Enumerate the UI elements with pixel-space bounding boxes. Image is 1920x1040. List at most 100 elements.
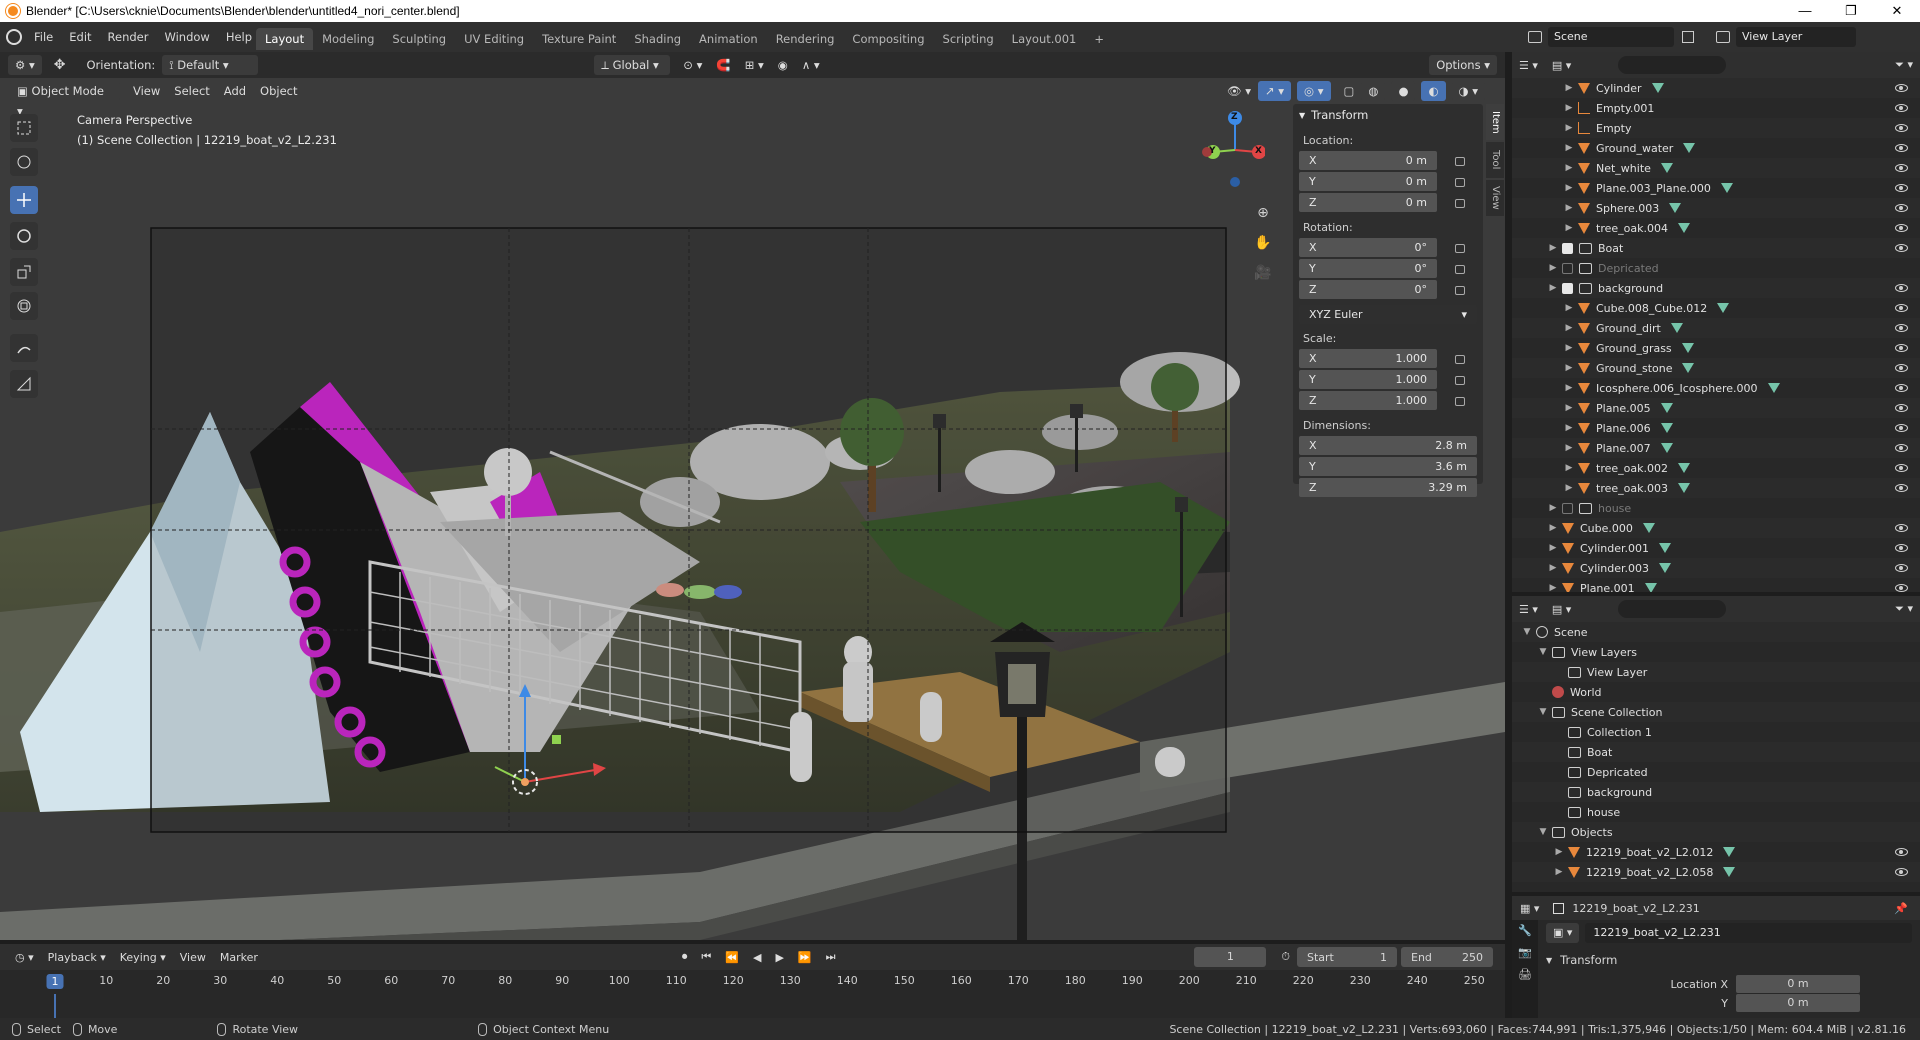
scale-z-field[interactable]: Z 1.000 <box>1299 391 1437 410</box>
outliner-row[interactable]: ▶ tree_oak.003 <box>1512 478 1920 498</box>
visibility-eye-icon[interactable] <box>1895 344 1908 352</box>
visibility-eye-icon[interactable] <box>1895 184 1908 192</box>
visibility-eye-icon[interactable] <box>1895 404 1908 412</box>
blendfile-row[interactable]: View Layer <box>1512 662 1920 682</box>
tab-rendering[interactable]: Rendering <box>767 28 844 50</box>
tab-animation[interactable]: Animation <box>690 28 767 50</box>
lock-icon[interactable] <box>1455 285 1465 295</box>
menu-marker[interactable]: Marker <box>213 951 265 964</box>
expand-arrow-icon[interactable]: ▼ <box>1538 647 1548 657</box>
visibility-eye-icon[interactable] <box>1895 444 1908 452</box>
expand-arrow-icon[interactable]: ▶ <box>1548 503 1558 513</box>
stopwatch-icon[interactable]: ⏱ <box>1274 950 1297 964</box>
expand-arrow-icon[interactable]: ▶ <box>1564 443 1574 453</box>
lock-icon[interactable] <box>1455 198 1465 208</box>
tab-texture-paint[interactable]: Texture Paint <box>533 28 625 50</box>
outliner-row[interactable]: ▶ Plane.003_Plane.000 <box>1512 178 1920 198</box>
outliner-row[interactable]: ▶ background <box>1512 278 1920 298</box>
proportional-edit-icon[interactable]: ◉ <box>771 58 795 72</box>
blender-menu-icon[interactable] <box>6 29 22 45</box>
outliner-row[interactable]: ▶ Cylinder.003 <box>1512 558 1920 578</box>
outliner-row[interactable]: ▶ Cube.008_Cube.012 <box>1512 298 1920 318</box>
outliner-row[interactable]: ▶ house <box>1512 498 1920 518</box>
shading-material-icon[interactable]: ◐ <box>1421 81 1446 101</box>
tab-shading[interactable]: Shading <box>625 28 690 50</box>
new-scene-icon[interactable] <box>1682 31 1694 43</box>
visibility-eye-icon[interactable] <box>1895 324 1908 332</box>
tab-scripting[interactable]: Scripting <box>934 28 1003 50</box>
pan-hand-icon[interactable]: ✋ <box>1253 228 1273 258</box>
expand-arrow-icon[interactable]: ▶ <box>1548 263 1558 273</box>
tab-layout-001[interactable]: Layout.001 <box>1003 28 1086 50</box>
outliner-row[interactable]: ▶ Ground_stone <box>1512 358 1920 378</box>
exclude-checkbox[interactable] <box>1562 262 1573 274</box>
menu-edit[interactable]: Edit <box>61 22 99 52</box>
rotation-mode-dropdown[interactable]: XYZ Euler ▾ <box>1299 305 1477 324</box>
lock-icon[interactable] <box>1455 354 1465 364</box>
maximize-button[interactable]: ❐ <box>1828 0 1874 22</box>
timeline-editor-type-icon[interactable]: ◷ ▾ <box>8 951 41 964</box>
exclude-checkbox[interactable] <box>1562 282 1573 294</box>
menu-playback[interactable]: Playback ▾ <box>41 951 113 964</box>
expand-arrow-icon[interactable]: ▶ <box>1564 423 1574 433</box>
lock-icon[interactable] <box>1455 156 1465 166</box>
visibility-eye-icon[interactable] <box>1895 848 1908 856</box>
visibility-eye-icon[interactable] <box>1895 144 1908 152</box>
expand-arrow-icon[interactable]: ▶ <box>1554 867 1564 877</box>
visibility-eye-icon[interactable] <box>1895 124 1908 132</box>
expand-arrow-icon[interactable]: ▼ <box>1538 707 1548 717</box>
outliner-row[interactable]: ▶ tree_oak.004 <box>1512 218 1920 238</box>
visibility-eye-icon[interactable] <box>1895 224 1908 232</box>
expand-arrow-icon[interactable]: ▶ <box>1548 243 1558 253</box>
transform-orientation-dropdown[interactable]: ⟂ Global ▾ <box>594 55 671 75</box>
outliner-row[interactable]: ▶ Boat <box>1512 238 1920 258</box>
expand-arrow-icon[interactable]: ▶ <box>1548 583 1558 592</box>
tab-item[interactable]: Item <box>1486 104 1504 140</box>
expand-arrow-icon[interactable]: ▼ <box>1522 627 1532 637</box>
visibility-eye-icon[interactable] <box>1895 364 1908 372</box>
rotation-x-field[interactable]: X 0° <box>1299 238 1437 257</box>
snap-increment-icon[interactable]: ⊞ ▾ <box>738 58 771 72</box>
select-box-tool-icon[interactable] <box>10 114 38 142</box>
dimensions-y-field[interactable]: Y 3.6 m <box>1299 457 1477 476</box>
blendfile-row[interactable]: house <box>1512 802 1920 822</box>
pin-icon[interactable]: 📌 <box>1894 902 1908 915</box>
outliner-row[interactable]: ▶ Ground_grass <box>1512 338 1920 358</box>
visibility-eye-icon[interactable] <box>1895 104 1908 112</box>
visibility-eye-icon[interactable] <box>1895 304 1908 312</box>
editor-type-icon[interactable]: ⚙ ▾ <box>8 55 42 75</box>
rotate-tool-icon[interactable] <box>10 222 38 250</box>
dimensions-z-field[interactable]: Z 3.29 m <box>1299 478 1477 497</box>
collapse-triangle-icon[interactable]: ▼ <box>1299 111 1305 120</box>
menu-help[interactable]: Help <box>218 22 260 52</box>
options-dropdown[interactable]: Options ▾ <box>1429 55 1497 75</box>
location-z-field[interactable]: Z 0 m <box>1299 193 1437 212</box>
lock-icon[interactable] <box>1455 243 1465 253</box>
menu-timeline-view[interactable]: View <box>173 951 213 964</box>
scale-tool-icon[interactable] <box>10 258 38 286</box>
end-frame-field[interactable]: End 250 <box>1401 947 1493 967</box>
outliner-row[interactable]: ▶ Plane.001 <box>1512 578 1920 592</box>
blendfile-row[interactable]: background <box>1512 782 1920 802</box>
expand-arrow-icon[interactable]: ▶ <box>1564 143 1574 153</box>
visibility-eye-icon[interactable] <box>1895 544 1908 552</box>
display-mode-icon[interactable]: ▤ ▾ <box>1545 59 1578 72</box>
expand-arrow-icon[interactable]: ▶ <box>1554 847 1564 857</box>
play-reverse-icon[interactable]: ◀ <box>746 951 768 964</box>
jump-start-icon[interactable]: ⏮ <box>694 950 718 964</box>
tab-tool[interactable]: Tool <box>1486 142 1504 178</box>
overlays-toggle-icon[interactable]: ◎ ▾ <box>1297 81 1331 101</box>
shading-solid-icon[interactable]: ● <box>1391 81 1416 101</box>
visibility-eye-icon[interactable] <box>1895 524 1908 532</box>
timeline-ruler[interactable]: 1 10 20 30 40 50 60 70 80 90 100 110 120 130 140 150 160… <box>0 970 1505 1018</box>
xray-toggle-icon[interactable]: ▢ <box>1337 84 1362 98</box>
visibility-eye-icon[interactable] <box>1895 384 1908 392</box>
pivot-point-icon[interactable]: ⊙ ▾ <box>676 58 709 72</box>
outliner-row[interactable]: ▶ tree_oak.002 <box>1512 458 1920 478</box>
expand-arrow-icon[interactable]: ▶ <box>1564 223 1574 233</box>
expand-arrow-icon[interactable]: ▶ <box>1564 163 1574 173</box>
location-y-field[interactable]: Y 0 m <box>1299 172 1437 191</box>
blendfile-row[interactable]: ▼ Scene Collection <box>1512 702 1920 722</box>
blendfile-row[interactable]: Collection 1 <box>1512 722 1920 742</box>
menu-file[interactable]: File <box>26 22 61 52</box>
